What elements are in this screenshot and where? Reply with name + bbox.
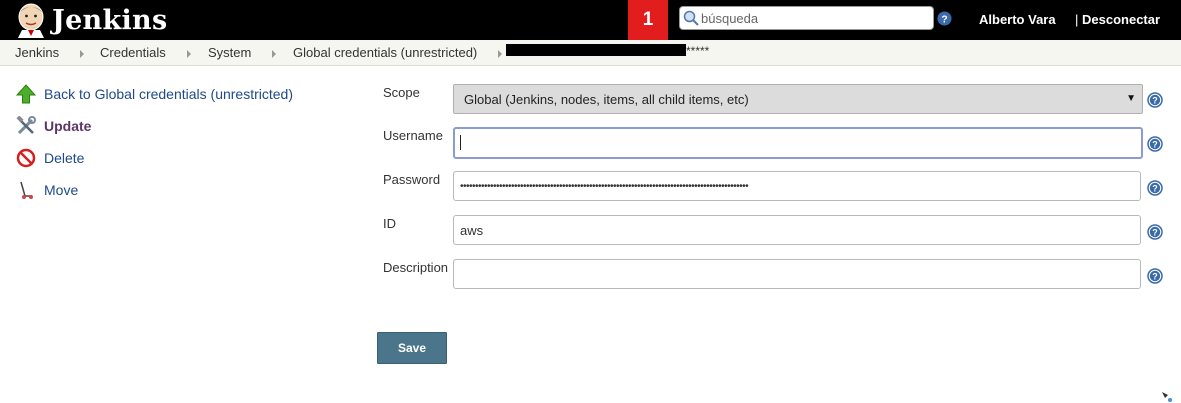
- redacted-credential-name: [506, 44, 686, 56]
- svg-text:?: ?: [1152, 228, 1158, 238]
- breadcrumb-chevron-icon[interactable]: [272, 50, 276, 58]
- sidebar-item-label: Back to Global credentials (unrestricted…: [44, 86, 293, 102]
- username-label: Username: [383, 128, 443, 143]
- notification-badge[interactable]: 1: [628, 0, 668, 40]
- id-label: ID: [383, 216, 396, 231]
- search-help-icon[interactable]: ?: [937, 11, 952, 26]
- logout-link[interactable]: | Desconectar: [1075, 12, 1160, 27]
- scope-label: Scope: [383, 85, 420, 100]
- top-header: Jenkins 1 ? Alberto Vara | Desconectar: [0, 0, 1181, 40]
- breadcrumb-masked-suffix: *****: [686, 44, 710, 58]
- jenkins-logo[interactable]: Jenkins: [14, 2, 167, 38]
- help-icon[interactable]: ?: [1147, 136, 1163, 152]
- help-icon[interactable]: ?: [1147, 180, 1163, 196]
- sidebar-item-label: Move: [44, 182, 79, 198]
- breadcrumb-item-system[interactable]: System: [208, 45, 251, 60]
- scope-select[interactable]: Global (Jenkins, nodes, items, all child…: [453, 84, 1143, 114]
- sidebar-item-label: Delete: [44, 150, 85, 166]
- sidebar-item-delete[interactable]: Delete: [16, 148, 84, 168]
- logo-title: Jenkins: [52, 4, 168, 36]
- resize-grip-icon[interactable]: [1161, 391, 1173, 403]
- jenkins-butler-icon: [18, 3, 44, 38]
- svg-text:?: ?: [1152, 184, 1158, 194]
- up-arrow-icon: [16, 84, 36, 104]
- password-label: Password: [383, 172, 441, 187]
- scope-selected-value: Global (Jenkins, nodes, items, all child…: [464, 91, 749, 107]
- username-input[interactable]: [453, 127, 1143, 159]
- user-name-link[interactable]: Alberto Vara: [979, 12, 1056, 27]
- sidebar-item-label: Update: [44, 118, 92, 134]
- svg-text:?: ?: [1152, 140, 1158, 150]
- logout-separator: |: [1075, 12, 1079, 27]
- description-input[interactable]: [453, 259, 1141, 289]
- search-box: [679, 6, 934, 30]
- text-cursor: [460, 135, 461, 150]
- description-label: Description: [383, 260, 449, 275]
- logout-label: Desconectar: [1082, 12, 1161, 27]
- help-icon[interactable]: ?: [1147, 224, 1163, 240]
- svg-text:?: ?: [941, 14, 947, 25]
- save-button[interactable]: Save: [377, 332, 447, 364]
- breadcrumb-chevron-icon[interactable]: [80, 50, 84, 58]
- search-icon: [683, 10, 699, 26]
- tools-icon: [16, 116, 36, 135]
- help-icon[interactable]: ?: [1147, 92, 1163, 108]
- sidebar-item-update[interactable]: Update: [16, 116, 91, 136]
- breadcrumb-chevron-icon[interactable]: [498, 50, 502, 58]
- breadcrumb-item-jenkins[interactable]: Jenkins: [15, 45, 59, 60]
- help-icon[interactable]: ?: [1147, 268, 1163, 284]
- dropdown-caret-icon: ▼: [1126, 93, 1136, 104]
- breadcrumb-chevron-icon[interactable]: [187, 50, 191, 58]
- svg-text:?: ?: [1152, 272, 1158, 282]
- sidebar-item-back[interactable]: Back to Global credentials (unrestricted…: [16, 84, 293, 104]
- id-input[interactable]: [453, 215, 1141, 245]
- password-input[interactable]: ••••••••••••••••••••••••••••••••••••••••…: [453, 171, 1141, 201]
- sidebar-item-move[interactable]: Move: [16, 180, 78, 200]
- svg-text:?: ?: [1152, 96, 1158, 106]
- search-input[interactable]: [699, 10, 921, 26]
- breadcrumb-item-credentials[interactable]: Credentials: [100, 45, 166, 60]
- no-entry-icon: [16, 148, 36, 168]
- move-icon: [20, 181, 33, 199]
- breadcrumb-item-global-credentials[interactable]: Global credentials (unrestricted): [293, 45, 477, 60]
